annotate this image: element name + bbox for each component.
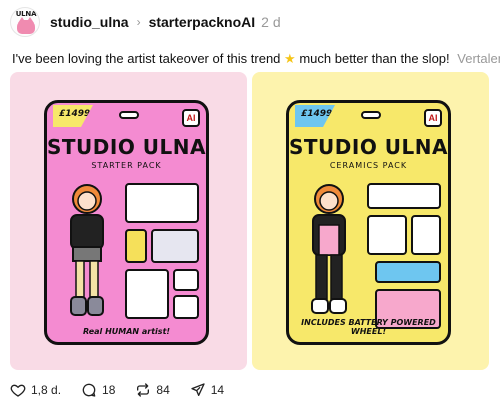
no-ai-badge: AI — [424, 109, 442, 127]
clay-slot — [375, 261, 441, 283]
post-header: ULNA studio_ulna › starterpacknoAI 2 d — [10, 4, 490, 40]
hang-hole — [361, 111, 381, 119]
send-icon — [191, 383, 205, 396]
share-button[interactable]: 14 — [190, 382, 224, 398]
hang-hole — [119, 111, 139, 119]
post-image-starter-pack[interactable]: £1499 AI STUDIO ULNA STARTER PACK Real H… — [10, 72, 247, 370]
mug-slot — [173, 269, 199, 291]
starter-pack-box: £1499 AI STUDIO ULNA STARTER PACK Real H… — [44, 100, 209, 345]
avatar[interactable]: ULNA — [10, 7, 40, 37]
pack-title: STUDIO ULNA — [47, 135, 206, 159]
comment-icon — [82, 383, 96, 397]
heart-icon — [10, 384, 26, 397]
paint-jars-slot — [367, 183, 441, 209]
tools-slot — [367, 215, 407, 255]
no-ai-badge: AI — [182, 109, 200, 127]
star-emoji-icon: ★ — [284, 51, 296, 66]
laptop-slot — [151, 229, 199, 263]
repost-button[interactable]: 84 — [135, 382, 170, 398]
caption-text-end: much better than the slop! — [299, 51, 450, 66]
post-timestamp[interactable]: 2 d — [261, 14, 280, 30]
cat-slot — [125, 269, 169, 319]
console-slot — [125, 229, 147, 263]
price-tag: £1499 — [295, 105, 335, 127]
price-tag: £1499 — [53, 105, 93, 127]
repost-icon — [137, 383, 150, 397]
repost-count: 84 — [156, 383, 170, 397]
avatar-cat-icon — [17, 20, 35, 34]
book-slot — [173, 295, 199, 319]
like-button[interactable]: 1,8 d. — [10, 382, 61, 398]
pack-subtitle: STARTER PACK — [91, 161, 162, 170]
topic-tag-link[interactable]: starterpacknoAI — [149, 14, 256, 30]
pack-footer: Real HUMAN artist! — [82, 327, 171, 336]
translate-link[interactable]: Vertalen — [457, 51, 500, 66]
post-image-ceramics-pack[interactable]: £1499 AI STUDIO ULNA CERAMICS PACK INCLU… — [252, 72, 489, 370]
tablet-slot — [125, 183, 199, 223]
username-link[interactable]: studio_ulna — [50, 14, 129, 30]
easel-slot — [411, 215, 441, 255]
caption-text-start: I've been loving the artist takeover of … — [12, 51, 281, 66]
post-caption: I've been loving the artist takeover of … — [12, 51, 500, 67]
artist-figure — [70, 184, 104, 316]
reply-button[interactable]: 18 — [81, 382, 115, 398]
reply-count: 18 — [102, 383, 116, 397]
pack-title: STUDIO ULNA — [289, 135, 448, 159]
post-actions: 1,8 d. 18 84 14 — [10, 378, 310, 402]
like-count: 1,8 d. — [31, 383, 62, 397]
ceramicist-figure — [311, 184, 347, 314]
share-count: 14 — [210, 383, 225, 397]
ceramics-pack-box: £1499 AI STUDIO ULNA CERAMICS PACK INCLU… — [286, 100, 451, 345]
chevron-right-icon: › — [136, 15, 141, 29]
pack-subtitle: CERAMICS PACK — [329, 161, 408, 170]
pack-footer: INCLUDES BATTERY POWERED WHEEL! — [301, 318, 436, 336]
